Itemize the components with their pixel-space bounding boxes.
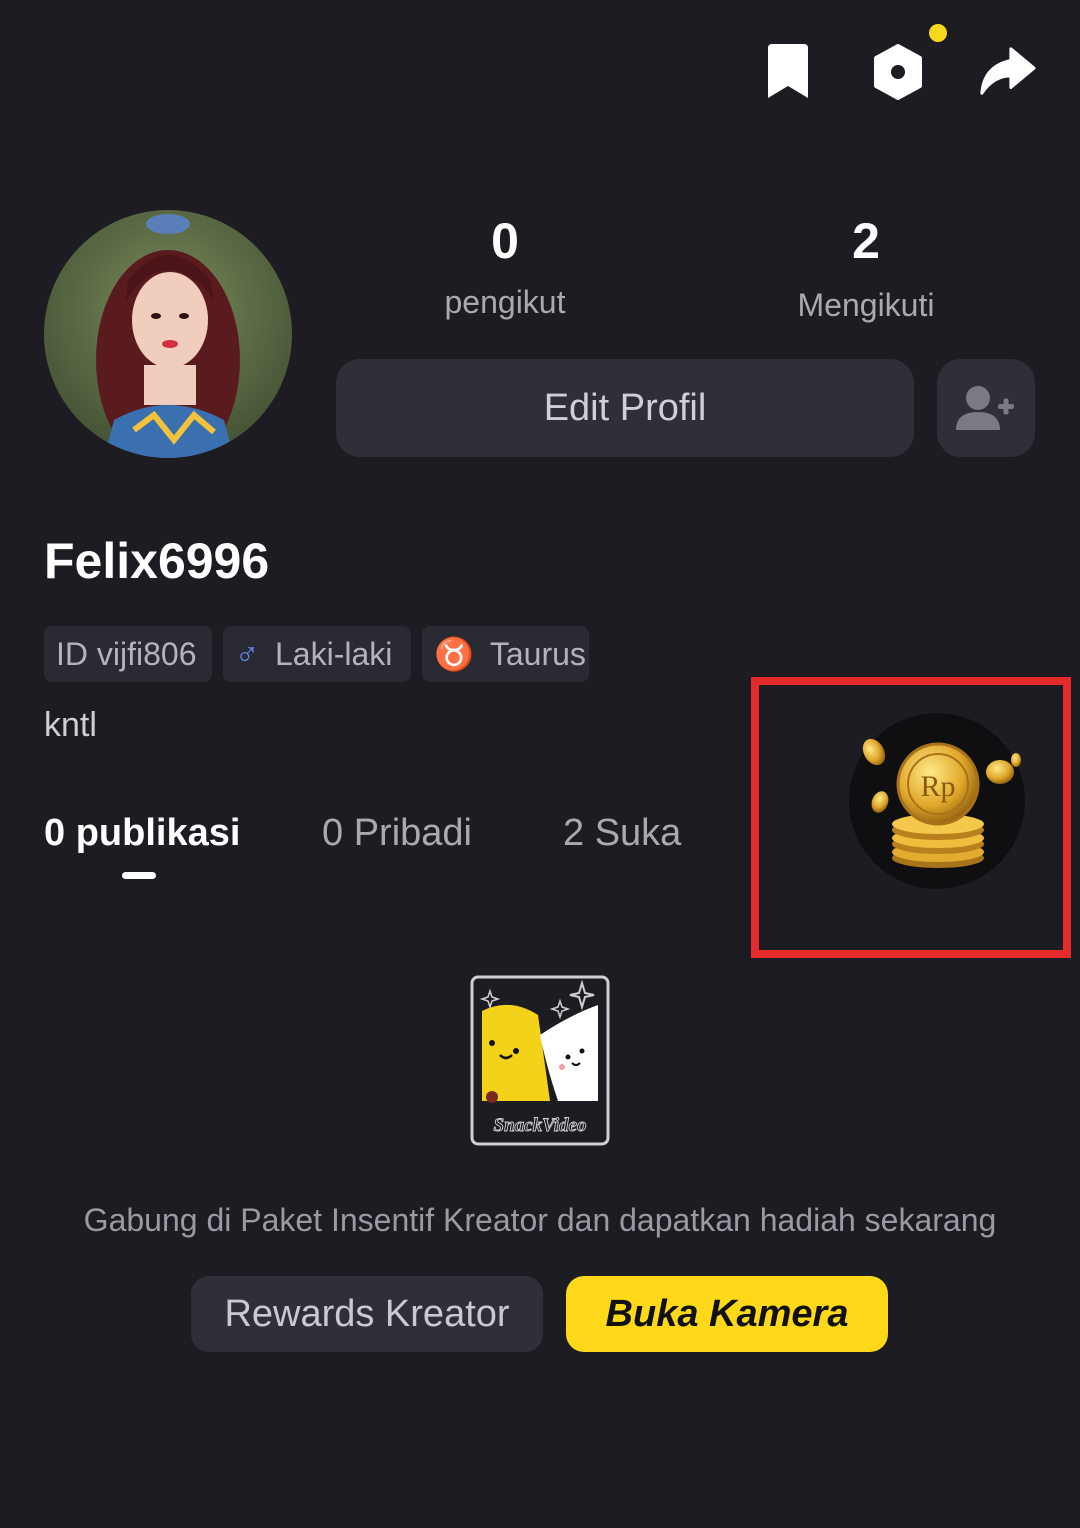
gender-text: Laki-laki [275,635,393,672]
active-tab-indicator [122,872,156,879]
settings-hex-icon[interactable] [868,40,928,104]
rewards-kreator-button[interactable]: Rewards Kreator [191,1276,543,1352]
add-user-icon [956,386,1014,430]
svg-text:Rp: Rp [920,770,955,803]
bio-text: kntl [44,706,97,744]
following-label[interactable]: Mengikuti [716,287,1016,324]
empty-state-illustration: SnackVideo [470,975,610,1146]
tab-publikasi[interactable]: 0 publikasi [44,812,240,855]
male-icon: ♂ [235,635,259,672]
taurus-icon: ♉ [434,636,474,672]
zodiac-tag[interactable]: ♉ Taurus [422,626,589,682]
promo-text: Gabung di Paket Insentif Kreator dan dap… [83,1202,997,1238]
following-count[interactable]: 2 [716,212,1016,270]
edit-profile-button[interactable]: Edit Profil [336,359,914,457]
open-camera-button[interactable]: Buka Kamera [566,1276,888,1352]
bookmark-icon[interactable] [758,40,818,104]
tab-pribadi[interactable]: 0 Pribadi [322,812,472,855]
username: Felix6996 [44,533,270,589]
coin-rewards-button[interactable]: Rp [848,712,1026,890]
followers-label[interactable]: pengikut [355,284,655,321]
notification-dot [929,24,947,42]
gender-tag[interactable]: ♂ Laki-laki [223,626,411,682]
add-user-button[interactable] [937,359,1035,457]
share-icon[interactable] [976,40,1036,104]
user-id-tag[interactable]: ID vijfi806 [44,626,212,682]
avatar[interactable] [44,210,292,458]
user-id-text: ID vijfi806 [56,635,197,672]
zodiac-text: Taurus [489,635,586,672]
snackvideo-logo-text: SnackVideo [494,1115,587,1136]
coin-stack-icon: Rp [849,713,1025,889]
tab-suka[interactable]: 2 Suka [563,812,681,855]
followers-count[interactable]: 0 [355,212,655,270]
